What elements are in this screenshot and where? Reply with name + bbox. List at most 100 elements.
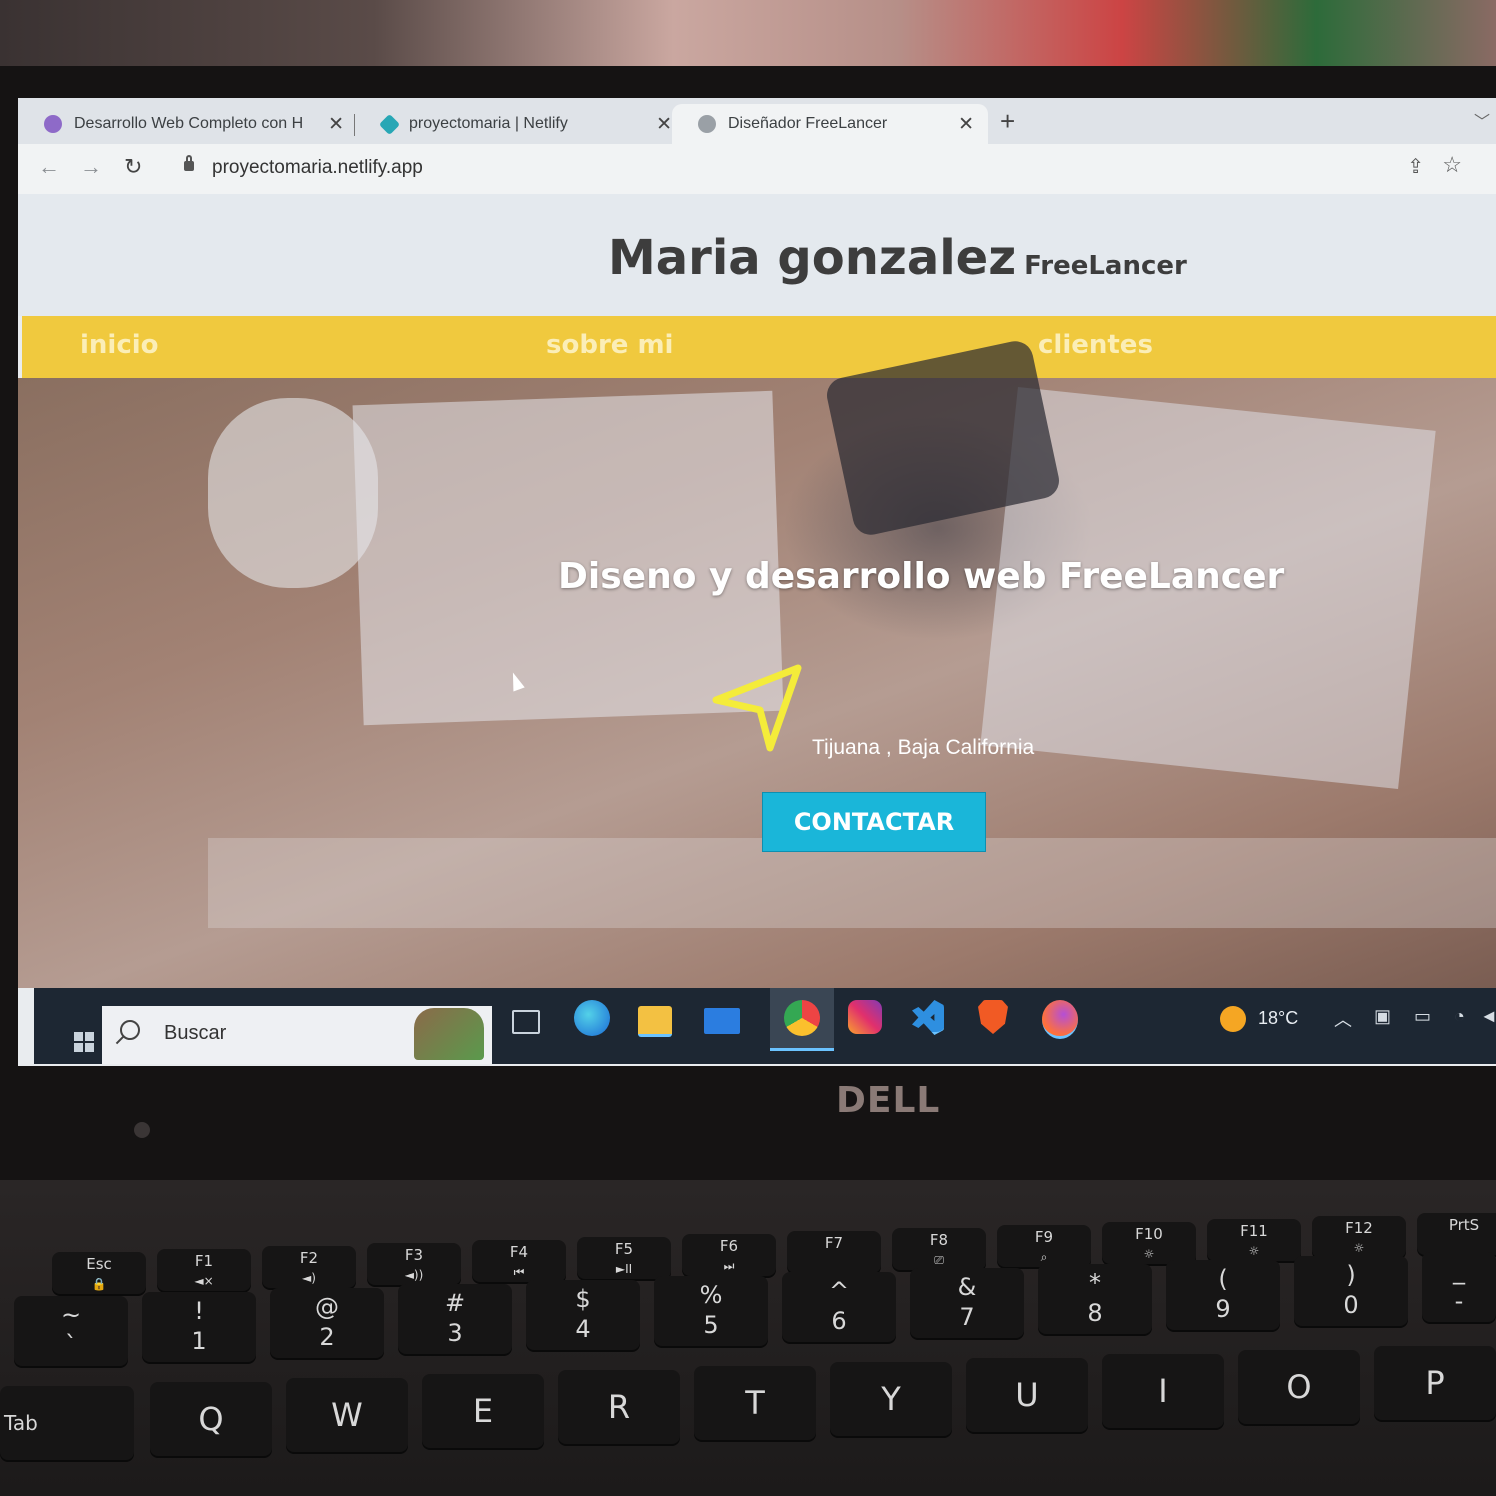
key-y[interactable]: Y xyxy=(830,1362,952,1436)
key-5[interactable]: % 5 xyxy=(654,1276,768,1346)
chevron-up-icon[interactable]: ︿ xyxy=(1334,1006,1352,1032)
close-icon[interactable]: ✕ xyxy=(656,113,672,136)
tab-title: proyectomaria | Netlify xyxy=(409,115,568,132)
browser-tab-netlify[interactable]: proyectomaria | Netlify ✕ xyxy=(356,104,686,144)
key-i[interactable]: I xyxy=(1102,1354,1224,1428)
browser-tab-active[interactable]: Diseñador FreeLancer ✕ xyxy=(672,104,988,144)
hero-section: Diseno y desarrollo web FreeLancer Tijua… xyxy=(18,337,1496,988)
key-e[interactable]: E xyxy=(422,1374,544,1448)
lock-icon[interactable] xyxy=(184,155,194,171)
search-placeholder: Buscar xyxy=(164,1022,227,1044)
windows-taskbar: Buscar 18°C ︿ ▣ ▭ ◔ ◄ xyxy=(34,988,1496,1064)
share-icon[interactable]: ⇪ xyxy=(1407,154,1424,179)
key-4[interactable]: $4 xyxy=(526,1280,640,1350)
key-w[interactable]: W xyxy=(286,1378,408,1452)
key-f2[interactable]: F2 ◄) xyxy=(262,1246,356,1288)
vscode-icon[interactable] xyxy=(912,1000,944,1035)
instagram-icon[interactable] xyxy=(848,1000,882,1034)
weather-sun-icon[interactable] xyxy=(1220,1006,1246,1032)
netlify-icon xyxy=(378,113,401,135)
taskbar-search[interactable]: Buscar xyxy=(102,1006,492,1064)
chrome-icon[interactable] xyxy=(784,1000,820,1036)
task-view-icon[interactable] xyxy=(512,1010,540,1034)
new-tab-button[interactable]: + xyxy=(1000,106,1015,137)
key-f8[interactable]: F8 ⎚ xyxy=(892,1228,986,1270)
site-subtitle: FreeLancer xyxy=(1024,251,1187,281)
hero-title: Diseno y desarrollo web FreeLancer xyxy=(558,556,1285,597)
webcam-sensor xyxy=(134,1122,150,1138)
key-f4[interactable]: F4 ⏮ xyxy=(472,1240,566,1282)
browser-toolbar: ← → ↻ proyectomaria.netlify.app ⇪ ☆ xyxy=(18,144,1496,195)
close-icon[interactable]: ✕ xyxy=(958,113,974,136)
brave-icon[interactable] xyxy=(978,1000,1008,1034)
chevron-down-icon[interactable]: ﹀ xyxy=(1474,108,1490,132)
key-8[interactable]: * 8 xyxy=(1038,1264,1152,1334)
key-3[interactable]: #3 xyxy=(398,1284,512,1354)
globe-icon xyxy=(698,115,716,133)
tab-title: Desarrollo Web Completo con H xyxy=(74,115,304,132)
key-p[interactable]: P xyxy=(1374,1346,1496,1420)
nav-link-sobre-mi[interactable]: sobre mi xyxy=(546,330,673,360)
firefox-icon[interactable] xyxy=(1042,1000,1078,1039)
site-title-name: Maria gonzalez xyxy=(608,230,1017,286)
tab-separator xyxy=(354,114,355,136)
battery-icon[interactable]: ▭ xyxy=(1414,1006,1431,1027)
nav-link-inicio[interactable]: inicio xyxy=(80,330,159,360)
wifi-icon[interactable]: ◔ xyxy=(1454,1006,1465,1027)
reload-icon[interactable]: ↻ xyxy=(124,154,142,180)
bookmark-star-icon[interactable]: ☆ xyxy=(1442,152,1462,178)
browser-tab-udemy[interactable]: Desarrollo Web Completo con H ✕ xyxy=(18,104,358,144)
close-icon[interactable]: ✕ xyxy=(328,113,344,136)
dell-logo: DELL xyxy=(836,1080,941,1121)
tab-title: Diseñador FreeLancer xyxy=(728,115,888,132)
key-6[interactable]: ^ 6 xyxy=(782,1272,896,1342)
back-arrow-icon[interactable]: ← xyxy=(38,154,60,180)
key-o[interactable]: O xyxy=(1238,1350,1360,1424)
weather-temperature[interactable]: 18°C xyxy=(1258,1008,1298,1029)
meet-now-icon[interactable]: ▣ xyxy=(1374,1006,1391,1027)
contact-button[interactable]: CONTACTAR xyxy=(762,792,986,852)
key-tab[interactable]: Tab xyxy=(0,1386,134,1460)
file-explorer-icon[interactable] xyxy=(638,1006,672,1037)
search-icon xyxy=(120,1020,140,1040)
location-arrow-icon xyxy=(712,664,802,752)
site-title: Maria gonzalez FreeLancer xyxy=(608,230,1187,286)
udemy-icon xyxy=(44,115,62,133)
key-0[interactable]: ) 0 xyxy=(1294,1256,1408,1326)
nav-link-clientes[interactable]: clientes xyxy=(1038,330,1153,360)
location-text: Tijuana , Baja California xyxy=(812,736,1035,759)
key-f9[interactable]: F9 ⌕ xyxy=(997,1225,1091,1267)
search-highlight-illustration xyxy=(414,1008,484,1060)
windows-logo-square xyxy=(74,1032,83,1041)
key-f6[interactable]: F6 ⏭ xyxy=(682,1234,776,1276)
key-f12[interactable]: F12 ☼ xyxy=(1312,1216,1406,1258)
volume-icon[interactable]: ◄ xyxy=(1480,1006,1496,1027)
key-q[interactable]: Q xyxy=(150,1382,272,1456)
key-f10[interactable]: F10 ☼ xyxy=(1102,1222,1196,1264)
key-f7[interactable]: F7 xyxy=(787,1231,881,1273)
key-u[interactable]: U xyxy=(966,1358,1088,1432)
address-bar[interactable]: proyectomaria.netlify.app xyxy=(212,157,423,179)
key-9[interactable]: (9 xyxy=(1166,1260,1280,1330)
key-prts[interactable]: PrtS xyxy=(1417,1213,1496,1255)
windows-logo-square xyxy=(85,1032,94,1041)
key-esc[interactable]: Esc 🔒 xyxy=(52,1252,146,1294)
site-nav: inicio sobre mi clientes xyxy=(22,316,1496,378)
forward-arrow-icon[interactable]: → xyxy=(80,154,102,180)
key-`[interactable]: ~ ` xyxy=(14,1296,128,1366)
key--[interactable]: _ - xyxy=(1422,1252,1496,1322)
key-1[interactable]: ! 1 xyxy=(142,1292,256,1362)
mail-icon[interactable] xyxy=(704,1008,740,1034)
windows-logo-square xyxy=(74,1043,83,1052)
key-f11[interactable]: F11 ☼ xyxy=(1207,1219,1301,1261)
key-f1[interactable]: F1 ◄× xyxy=(157,1249,251,1291)
key-2[interactable]: @2 xyxy=(270,1288,384,1358)
room-background xyxy=(0,0,1496,72)
edge-icon[interactable] xyxy=(574,1000,610,1036)
key-f5[interactable]: F5 ►II xyxy=(577,1237,671,1279)
key-t[interactable]: T xyxy=(694,1366,816,1440)
browser-tab-strip: Desarrollo Web Completo con H ✕ proyecto… xyxy=(18,98,1496,144)
key-r[interactable]: R xyxy=(558,1370,680,1444)
key-7[interactable]: & 7 xyxy=(910,1268,1024,1338)
key-f3[interactable]: F3 ◄)) xyxy=(367,1243,461,1285)
